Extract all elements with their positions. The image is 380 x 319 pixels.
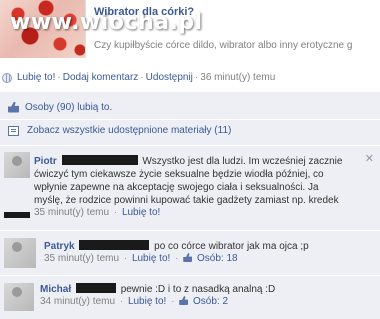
avatar[interactable] — [4, 283, 34, 311]
likes-summary: Osoby (90) lubią to. — [0, 96, 380, 118]
like-link[interactable]: Lubię to! — [17, 72, 55, 83]
likes-count-link[interactable]: Osoby (90) lubią to. — [25, 102, 112, 113]
comment-text: pewnie :D i to z nasadką analną :D — [120, 284, 276, 295]
add-comment-link[interactable]: Dodaj komentarz — [63, 72, 139, 83]
comment-author[interactable]: Michał — [40, 284, 71, 295]
separator: · — [171, 296, 175, 307]
separator: · — [140, 72, 144, 83]
share-link[interactable]: Udostępnij — [146, 72, 193, 83]
link-description: Czy kupiłbyście córce dildo, wibrator al… — [94, 40, 353, 51]
comment-like-count[interactable]: Osób: 2 — [193, 296, 228, 307]
comment-text-line: ćwiczyć tym ciekawsze życie seksualne bę… — [34, 169, 324, 180]
post-actions: Lubię to! · Dodaj komentarz · Udostępnij… — [2, 72, 378, 83]
globe-icon — [2, 72, 12, 83]
separator: · — [57, 72, 61, 83]
separator: · — [123, 253, 128, 264]
comment-like-link[interactable]: Lubię to! — [132, 253, 170, 264]
link-title[interactable]: Wibrator dla córki? — [94, 6, 194, 18]
comment-body: Piotr Wszystko jest dla ludzi. Im wcześn… — [34, 155, 342, 218]
comment-timestamp[interactable]: 35 minut(y) temu — [44, 253, 119, 264]
avatar[interactable] — [4, 152, 30, 178]
separator: · — [175, 253, 179, 264]
comment-meta: 35 minut(y) temu · Lubię to! · Osób: 18 — [44, 253, 309, 264]
comment: Patryk po co córce wibrator jak ma ojca … — [0, 230, 380, 274]
shares-summary: Zobacz wszystkie udostępnione materiały … — [0, 119, 380, 141]
comment-like-link[interactable]: Lubię to! — [122, 207, 160, 218]
redacted-surname — [75, 283, 116, 293]
comment-text-line: Wszystko jest dla ludzi. Im wcześniej za… — [142, 156, 343, 167]
comment: Piotr Wszystko jest dla ludzi. Im wcześn… — [0, 145, 380, 229]
comment-meta: 34 minut(y) temu · Lubię to! · Osób: 2 — [40, 296, 275, 307]
comment-text: po co córce wibrator jak ma ojca ;p — [154, 241, 309, 252]
comment-author[interactable]: Patryk — [44, 241, 75, 252]
comment-meta: 35 minut(y) temu · Lubię to! — [34, 207, 342, 218]
comment: Michał pewnie :D i to z nasadką analną :… — [0, 275, 380, 319]
comment-timestamp[interactable]: 34 minut(y) temu — [40, 296, 115, 307]
feedback-box: Osoby (90) lubią to. Zobacz wszystkie ud… — [0, 92, 380, 319]
comment-like-count[interactable]: Osób: 18 — [197, 253, 238, 264]
comment-body: Patryk po co córce wibrator jak ma ojca … — [44, 240, 309, 264]
comment-text-line: wpłynie zapewne na akceptację swojego ci… — [34, 182, 319, 193]
separator: · — [119, 296, 124, 307]
comment-line: Piotr Wszystko jest dla ludzi. Im wcześn… — [34, 155, 342, 168]
comment-line: Patryk po co córce wibrator jak ma ojca … — [44, 240, 309, 253]
view-shares-link[interactable]: Zobacz wszystkie udostępnione materiały … — [27, 125, 231, 136]
close-icon[interactable]: ✕ — [365, 152, 374, 165]
comment-like-link[interactable]: Lubię to! — [128, 296, 166, 307]
redacted-surname — [79, 240, 150, 250]
share-icon — [8, 125, 19, 136]
comment-author[interactable]: Piotr — [34, 156, 57, 167]
thumbs-up-icon — [183, 253, 193, 262]
post-timestamp[interactable]: 36 minut(y) temu — [200, 72, 275, 83]
comment-line: Michał pewnie :D i to z nasadką analną :… — [40, 283, 275, 296]
comment-text-line: myślę, że rodzice powinni kupować takie … — [34, 195, 339, 206]
separator: · — [113, 207, 118, 218]
redacted-surname — [61, 155, 138, 165]
separator: · — [194, 72, 199, 83]
avatar[interactable] — [4, 238, 36, 268]
thumbs-up-icon — [8, 101, 19, 113]
redacted-block — [4, 212, 30, 218]
thumbs-up-icon — [179, 296, 189, 305]
comment-body: Michał pewnie :D i to z nasadką analną :… — [40, 283, 275, 307]
comment-timestamp[interactable]: 35 minut(y) temu — [34, 207, 109, 218]
shared-link-preview[interactable]: www.wiocha.pl Wibrator dla córki? Czy ku… — [0, 0, 380, 62]
